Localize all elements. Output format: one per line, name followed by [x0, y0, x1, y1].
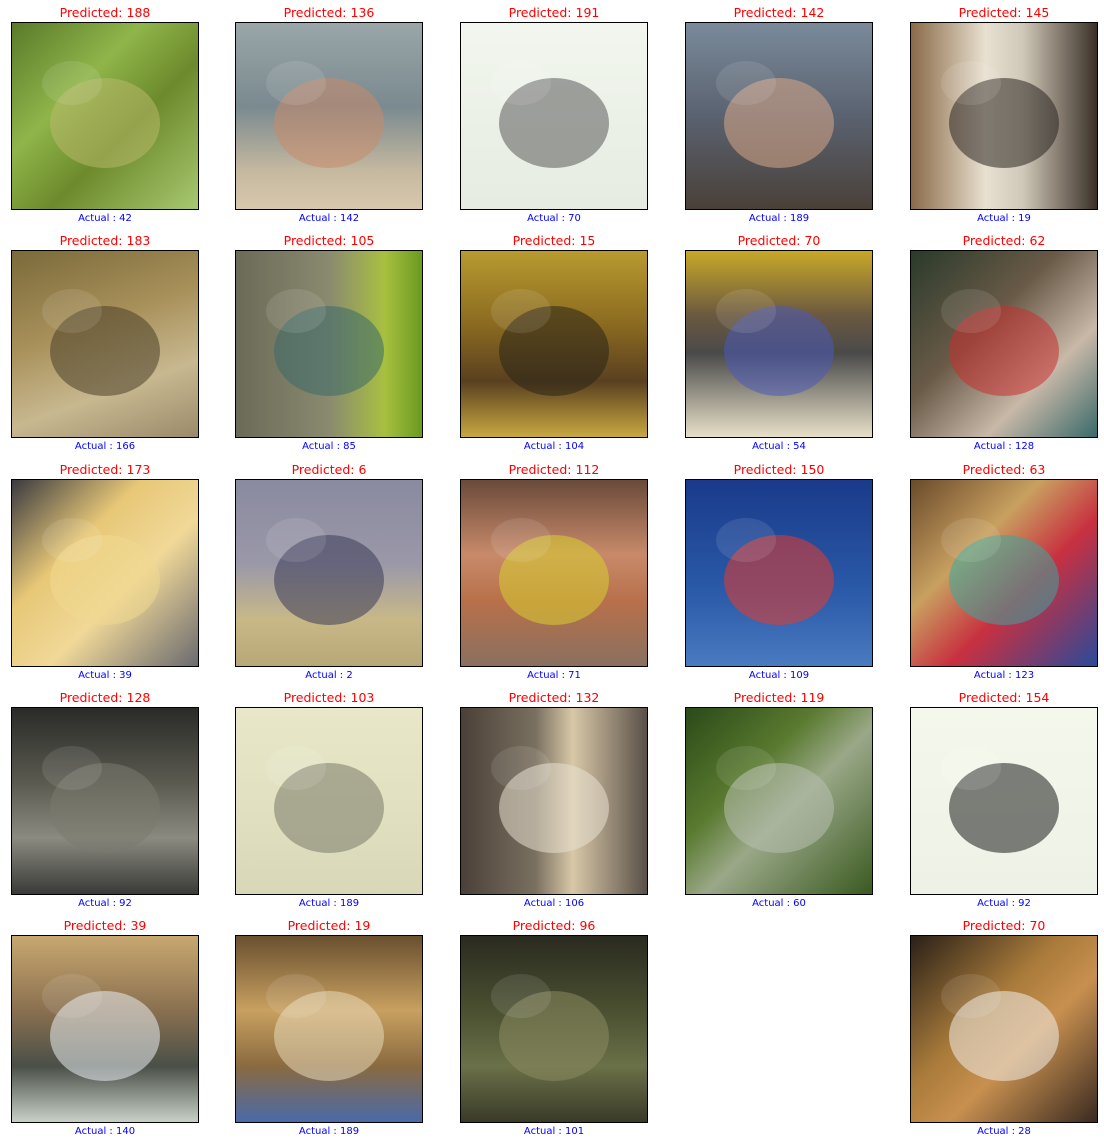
- actual-label: Actual : 189: [298, 898, 360, 909]
- prediction-panel: Predicted: 150 Actual : 109: [674, 457, 899, 685]
- actual-label: Actual : 71: [527, 670, 581, 681]
- actual-label: Actual : 106: [523, 898, 585, 909]
- sample-image: [910, 707, 1098, 895]
- actual-label: Actual : 166: [74, 441, 136, 452]
- actual-label: Actual : 70: [527, 213, 581, 224]
- sample-image: [685, 707, 873, 895]
- actual-label: Actual : 2: [305, 670, 353, 681]
- prediction-panel: Predicted: 6 Actual : 2: [224, 457, 449, 685]
- prediction-panel: Predicted: 70 Actual : 28: [899, 913, 1104, 1141]
- sample-image: [910, 22, 1098, 210]
- prediction-grid: Predicted: 188 Actual : 42 Predicted: 136 A…: [0, 0, 1104, 1144]
- actual-label: Actual : 60: [752, 898, 806, 909]
- sample-image: [685, 250, 873, 438]
- sample-image: [11, 935, 199, 1123]
- sample-image: [685, 479, 873, 667]
- predicted-label: Predicted: 15: [512, 233, 596, 248]
- predicted-label: Predicted: 154: [958, 690, 1050, 705]
- actual-label: Actual : 189: [748, 213, 810, 224]
- prediction-panel: Predicted: 183 Actual : 166: [0, 228, 225, 456]
- predicted-label: Predicted: 96: [512, 918, 596, 933]
- actual-label: Actual : 128: [973, 441, 1035, 452]
- sample-image: [910, 935, 1098, 1123]
- predicted-label: Predicted: 173: [59, 462, 151, 477]
- predicted-label: Predicted: 136: [283, 5, 375, 20]
- predicted-label: Predicted: 62: [962, 233, 1046, 248]
- prediction-panel: Predicted: 154 Actual : 92: [899, 685, 1104, 913]
- predicted-label: Predicted: 63: [962, 462, 1046, 477]
- prediction-panel: Predicted: 62 Actual : 128: [899, 228, 1104, 456]
- predicted-label: Predicted: 142: [733, 5, 825, 20]
- sample-image: [235, 479, 423, 667]
- prediction-panel: Predicted: 119 Actual : 60: [674, 685, 899, 913]
- sample-image: [460, 22, 648, 210]
- actual-label: Actual : 39: [78, 670, 132, 681]
- sample-image: [235, 250, 423, 438]
- prediction-panel: Predicted: 112 Actual : 71: [449, 457, 674, 685]
- predicted-label: Predicted: 105: [283, 233, 375, 248]
- prediction-panel: Predicted: 15 Actual : 104: [449, 228, 674, 456]
- sample-image: [235, 22, 423, 210]
- prediction-panel: Predicted: 173 Actual : 39: [0, 457, 225, 685]
- predicted-label: Predicted: 128: [59, 690, 151, 705]
- predicted-label: Predicted: 183: [59, 233, 151, 248]
- prediction-panel: Predicted: 96 Actual : 101: [449, 913, 674, 1141]
- actual-label: Actual : 85: [302, 441, 356, 452]
- actual-label: Actual : 54: [752, 441, 806, 452]
- predicted-label: Predicted: 19: [287, 918, 371, 933]
- prediction-panel: Predicted: 63 Actual : 123: [899, 457, 1104, 685]
- predicted-label: Predicted: 145: [958, 5, 1050, 20]
- prediction-panel: Predicted: 142 Actual : 189: [674, 0, 899, 228]
- sample-image: [11, 250, 199, 438]
- predicted-label: Predicted: 188: [59, 5, 151, 20]
- prediction-panel: Predicted: 188 Actual : 42: [0, 0, 225, 228]
- predicted-label: Predicted: 112: [508, 462, 600, 477]
- prediction-panel: Predicted: 145 Actual : 19: [899, 0, 1104, 228]
- predicted-label: Predicted: 150: [733, 462, 825, 477]
- actual-label: Actual : 19: [977, 213, 1031, 224]
- predicted-label: Predicted: 6: [291, 462, 367, 477]
- predicted-label: Predicted: 103: [283, 690, 375, 705]
- predicted-label: Predicted: 191: [508, 5, 600, 20]
- prediction-panel: Predicted: 132 Actual : 106: [449, 685, 674, 913]
- actual-label: Actual : 42: [78, 213, 132, 224]
- actual-label: Actual : 142: [298, 213, 360, 224]
- predicted-label: Predicted: 39: [63, 918, 147, 933]
- prediction-panel: Predicted: 191 Actual : 70: [449, 0, 674, 228]
- actual-label: Actual : 28: [977, 1126, 1031, 1137]
- actual-label: Actual : 123: [973, 670, 1035, 681]
- sample-image: [11, 707, 199, 895]
- sample-image: [235, 707, 423, 895]
- actual-label: Actual : 92: [977, 898, 1031, 909]
- sample-image: [11, 22, 199, 210]
- prediction-panel: Predicted: 19 Actual : 189: [224, 913, 449, 1141]
- prediction-panel: Predicted: 136 Actual : 142: [224, 0, 449, 228]
- predicted-label: Predicted: 132: [508, 690, 600, 705]
- actual-label: Actual : 92: [78, 898, 132, 909]
- prediction-panel: Predicted: 39 Actual : 140: [0, 913, 225, 1141]
- actual-label: Actual : 104: [523, 441, 585, 452]
- actual-label: Actual : 101: [523, 1126, 585, 1137]
- predicted-label: Predicted: 119: [733, 690, 825, 705]
- sample-image: [460, 250, 648, 438]
- sample-image: [11, 479, 199, 667]
- sample-image: [685, 22, 873, 210]
- sample-image: [460, 479, 648, 667]
- sample-image: [460, 707, 648, 895]
- prediction-panel: Predicted: 70 Actual : 54: [674, 228, 899, 456]
- prediction-panel: Predicted: 128 Actual : 92: [0, 685, 225, 913]
- actual-label: Actual : 140: [74, 1126, 136, 1137]
- actual-label: Actual : 189: [298, 1126, 360, 1137]
- actual-label: Actual : 109: [748, 670, 810, 681]
- predicted-label: Predicted: 70: [962, 918, 1046, 933]
- predicted-label: Predicted: 70: [737, 233, 821, 248]
- sample-image: [910, 250, 1098, 438]
- sample-image: [910, 479, 1098, 667]
- sample-image: [460, 935, 648, 1123]
- prediction-panel: Predicted: 105 Actual : 85: [224, 228, 449, 456]
- sample-image: [235, 935, 423, 1123]
- prediction-panel: Predicted: 103 Actual : 189: [224, 685, 449, 913]
